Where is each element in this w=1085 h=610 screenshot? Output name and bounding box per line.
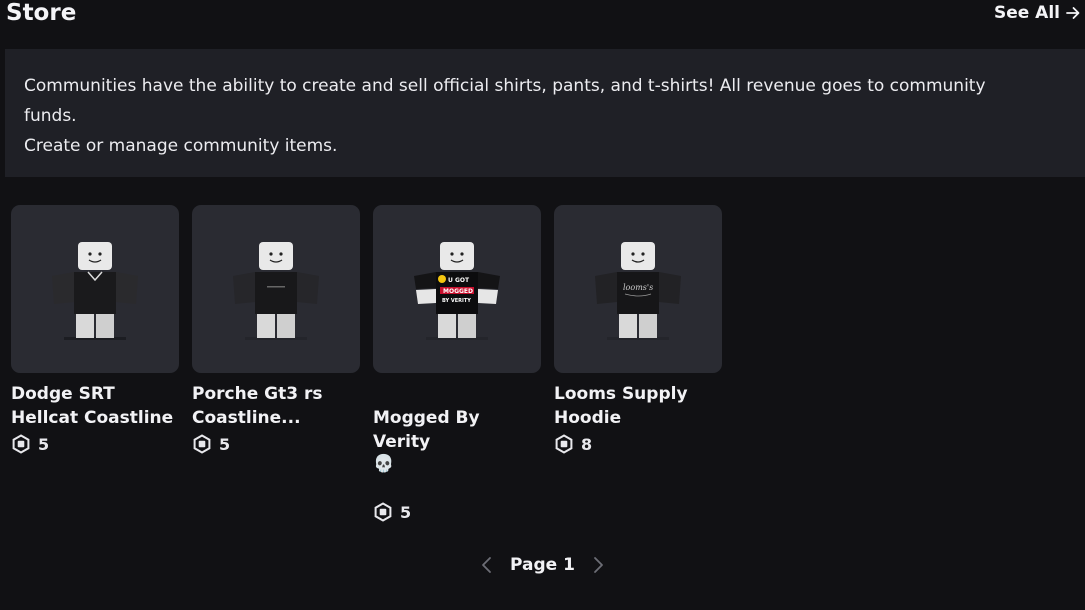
prev-page-button[interactable] xyxy=(480,556,494,574)
page-label: Page 1 xyxy=(510,555,575,575)
item-name-text: Mogged By Verity xyxy=(373,408,480,452)
price-value: 5 xyxy=(400,502,412,522)
price-value: 5 xyxy=(38,434,50,454)
svg-text:MOGGED: MOGGED xyxy=(443,288,473,295)
see-all-label: See All xyxy=(993,3,1060,23)
item-card[interactable]: Porche Gt3 rs Coastline... 5 xyxy=(192,205,360,522)
item-thumbnail[interactable] xyxy=(192,205,360,373)
skull-emoji: 💀 xyxy=(373,454,395,474)
manage-items-text: Create or manage community items. xyxy=(24,136,338,156)
item-thumbnail[interactable]: looms's xyxy=(554,205,722,373)
svg-text:BY VERITY: BY VERITY xyxy=(442,298,471,304)
robux-icon xyxy=(193,434,211,454)
svg-text:looms's: looms's xyxy=(623,283,653,292)
item-thumbnail[interactable] xyxy=(11,205,179,373)
chevron-right-icon xyxy=(594,557,603,573)
robux-icon xyxy=(12,434,30,454)
section-title: Store xyxy=(6,0,77,26)
item-price: 5 xyxy=(11,434,179,454)
item-thumbnail[interactable]: U GOT MOGGED BY VERITY xyxy=(373,205,541,373)
avatar-shirt-image: looms's xyxy=(595,242,681,340)
item-price: 8 xyxy=(554,434,722,454)
avatar-shirt-image xyxy=(233,242,319,340)
item-card[interactable]: looms's Looms Supply Hoodie 8 xyxy=(554,205,722,522)
price-value: 5 xyxy=(219,434,231,454)
item-name[interactable]: Looms Supply Hoodie xyxy=(554,382,722,430)
item-name[interactable]: Dodge SRT Hellcat Coastline xyxy=(11,382,179,430)
info-description: Communities have the ability to create a… xyxy=(24,76,986,126)
svg-text:U GOT: U GOT xyxy=(448,277,470,284)
community-store-info: Communities have the ability to create a… xyxy=(5,49,1085,177)
price-value: 8 xyxy=(581,434,593,454)
arrow-right-icon xyxy=(1066,7,1080,19)
pagination: Page 1 xyxy=(0,555,1085,575)
item-card[interactable]: Dodge SRT Hellcat Coastline 5 xyxy=(11,205,179,522)
item-card[interactable]: U GOT MOGGED BY VERITY Mogged By Verity … xyxy=(373,205,541,522)
next-page-button[interactable] xyxy=(591,556,605,574)
chevron-left-icon xyxy=(482,557,491,573)
avatar-shirt-image: U GOT MOGGED BY VERITY xyxy=(414,242,500,340)
store-header: Store See All xyxy=(0,0,1085,40)
robux-icon xyxy=(555,434,573,454)
see-all-link[interactable]: See All xyxy=(994,3,1081,23)
item-price: 5 xyxy=(373,502,541,522)
item-price: 5 xyxy=(192,434,360,454)
item-grid: Dodge SRT Hellcat Coastline 5 Porche Gt3… xyxy=(11,205,722,522)
item-name[interactable]: Porche Gt3 rs Coastline... xyxy=(192,382,360,430)
avatar-shirt-image xyxy=(52,242,138,340)
item-name[interactable]: Mogged By Verity 💀 xyxy=(373,382,541,498)
robux-icon xyxy=(374,502,392,522)
